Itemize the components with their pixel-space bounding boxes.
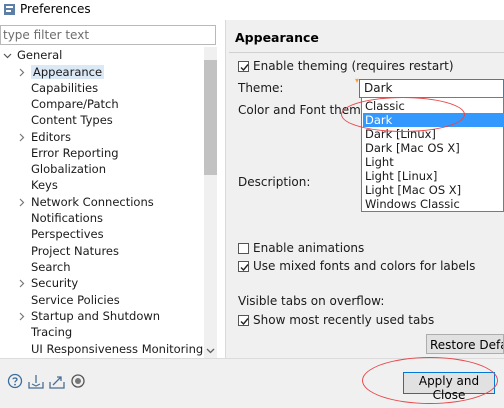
tree-item-search[interactable]: Search <box>31 259 71 275</box>
eclipse-prefs-icon <box>3 3 16 16</box>
chevron-right-icon[interactable] <box>17 133 26 142</box>
tree-item-label: Startup and Shutdown <box>31 309 161 323</box>
check-icon <box>240 264 249 272</box>
tree-item-label: Tracing <box>31 325 73 339</box>
tree-item-label: Service Policies <box>31 293 120 307</box>
check-icon <box>240 318 249 326</box>
export-icon[interactable] <box>49 373 65 389</box>
tree-item-label: Compare/Patch <box>31 97 119 111</box>
tree-item-label: UI Responsiveness Monitoring <box>31 342 204 356</box>
color-font-theme-label: Color and Font theme: <box>238 103 373 117</box>
tree-item-notifications[interactable]: Notifications <box>31 210 103 226</box>
mixed-fonts-checkbox[interactable] <box>238 261 249 272</box>
tree-item-startup-and-shutdown[interactable]: Startup and Shutdown <box>17 308 160 324</box>
show-recent-tabs-label: Show most recently used tabs <box>253 313 435 327</box>
tree-item-editors[interactable]: Editors <box>17 129 71 145</box>
theme-option-light-linux[interactable]: Light [Linux] <box>363 169 504 183</box>
tree-item-label: Notifications <box>31 211 103 225</box>
filter-box <box>0 25 216 45</box>
theme-dropdown-list: Classic Dark Dark [Linux] Dark [Mac OS X… <box>361 97 504 212</box>
tree-item-keys[interactable]: Keys <box>31 177 58 193</box>
title-divider <box>229 52 504 53</box>
chevron-right-icon[interactable] <box>17 279 26 288</box>
chevron-right-icon[interactable] <box>17 198 26 207</box>
tree-item-globalization[interactable]: Globalization <box>31 161 106 177</box>
window-title: Preferences <box>20 2 91 16</box>
tree-item-label: Project Natures <box>31 244 119 258</box>
tree-item-capabilities[interactable]: Capabilities <box>31 80 98 96</box>
tree-item-content-types[interactable]: Content Types <box>31 112 113 128</box>
tree-item-label: Network Connections <box>31 195 154 209</box>
enable-animations-label: Enable animations <box>253 241 365 255</box>
enable-theming-label: Enable theming (requires restart) <box>253 59 454 73</box>
theme-label: Theme: <box>238 81 284 95</box>
tree-item-service-policies[interactable]: Service Policies <box>31 292 120 308</box>
check-icon <box>240 64 249 72</box>
import-icon[interactable] <box>28 373 44 389</box>
tree-node-general[interactable]: General <box>3 47 62 63</box>
visible-tabs-label: Visible tabs on overflow: <box>238 294 385 308</box>
chevron-right-icon[interactable] <box>17 312 26 321</box>
title-bar: Preferences <box>0 0 504 20</box>
page-title: Appearance <box>235 30 319 45</box>
theme-option-dark[interactable]: Dark <box>363 113 504 127</box>
tree-item-compare-patch[interactable]: Compare/Patch <box>31 96 119 112</box>
tree-item-error-reporting[interactable]: Error Reporting <box>31 145 119 161</box>
help-icon[interactable] <box>7 373 23 389</box>
tree-item-perspectives[interactable]: Perspectives <box>31 226 104 242</box>
tree-item-label: Globalization <box>31 162 106 176</box>
apply-and-close-button[interactable]: Apply and Close <box>403 372 495 402</box>
tree-item-security[interactable]: Security <box>17 275 78 291</box>
enable-theming-checkbox[interactable] <box>238 61 249 72</box>
tree-item-ui-responsiveness-monitoring[interactable]: UI Responsiveness Monitoring <box>31 341 203 357</box>
tree-item-label: Perspectives <box>31 227 104 241</box>
tree-node-label: General <box>17 48 63 62</box>
tree-scrollbar-thumb[interactable] <box>204 60 217 175</box>
tree-item-tracing[interactable]: Tracing <box>31 324 72 340</box>
preferences-tree: General Appearance Capabilities Compare/… <box>0 47 204 358</box>
tree-item-network-connections[interactable]: Network Connections <box>17 194 154 210</box>
description-label: Description: <box>238 175 311 189</box>
tree-item-label: Error Reporting <box>31 146 119 160</box>
theme-select[interactable]: Dark <box>359 79 504 98</box>
theme-option-dark-linux[interactable]: Dark [Linux] <box>363 127 504 141</box>
filter-input[interactable] <box>1 26 208 44</box>
tree-item-label: Security <box>31 276 79 290</box>
theme-select-value: Dark <box>364 81 393 95</box>
mixed-fonts-label: Use mixed fonts and colors for labels <box>253 259 476 273</box>
tree-item-label: Search <box>31 260 71 274</box>
tree-item-label: Editors <box>31 130 72 144</box>
chevron-right-icon[interactable] <box>17 68 26 77</box>
chevron-down-icon[interactable] <box>3 51 12 60</box>
theme-option-dark-mac[interactable]: Dark [Mac OS X] <box>363 141 504 155</box>
restore-defaults-button[interactable]: Restore Defaults <box>426 334 504 354</box>
tree-item-label: Appearance <box>31 65 105 79</box>
tree-item-appearance[interactable]: Appearance <box>17 64 105 80</box>
theme-option-light[interactable]: Light <box>363 155 504 169</box>
enable-animations-checkbox[interactable] <box>238 243 249 254</box>
theme-option-windows-classic[interactable]: Windows Classic <box>363 197 504 211</box>
theme-option-light-mac[interactable]: Light [Mac OS X] <box>363 183 504 197</box>
tree-item-project-natures[interactable]: Project Natures <box>31 243 119 259</box>
preferences-record-icon[interactable] <box>70 373 86 389</box>
tree-item-label: Keys <box>31 178 58 192</box>
tree-item-label: Capabilities <box>31 81 99 95</box>
theme-option-classic[interactable]: Classic <box>363 99 504 113</box>
tree-item-label: Content Types <box>31 113 113 127</box>
show-recent-tabs-checkbox[interactable] <box>238 315 249 326</box>
scroll-down-icon[interactable] <box>205 345 216 356</box>
